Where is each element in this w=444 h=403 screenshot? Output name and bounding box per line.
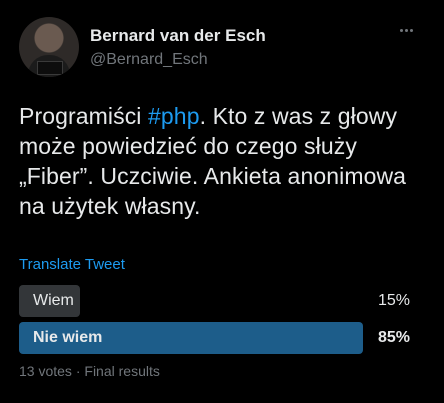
poll-option-percent-winner: 85%: [377, 329, 410, 346]
translate-tweet-link[interactable]: Translate Tweet: [19, 256, 125, 273]
poll-option: Wiem 15%: [19, 285, 424, 317]
poll-option-winner: Nie wiem 85%: [19, 322, 424, 354]
poll-separator: ·: [75, 363, 81, 379]
poll-option-label: Wiem: [33, 292, 74, 309]
more-options-icon[interactable]: [400, 29, 418, 35]
tweet-card: Bernard van der Esch @Bernard_Esch Progr…: [0, 0, 444, 403]
poll: Wiem 15% Nie wiem 85% 13 votes · Final r…: [19, 285, 424, 379]
author-handle[interactable]: @Bernard_Esch: [90, 50, 266, 70]
tweet-header: Bernard van der Esch @Bernard_Esch: [19, 17, 424, 77]
author-display-name[interactable]: Bernard van der Esch: [90, 26, 266, 46]
poll-status: Final results: [84, 363, 160, 379]
poll-votes: 13 votes: [19, 363, 72, 379]
author-names: Bernard van der Esch @Bernard_Esch: [90, 26, 266, 70]
tweet-text-before: Programiści: [19, 103, 149, 129]
poll-option-percent: 15%: [377, 292, 410, 309]
poll-meta: 13 votes · Final results: [19, 363, 424, 379]
tweet-text: Programiści #php. Kto z was z głowy może…: [19, 101, 424, 221]
poll-option-label-winner: Nie wiem: [33, 329, 103, 346]
avatar[interactable]: [19, 17, 79, 77]
avatar-laptop: [37, 61, 63, 75]
hashtag-link[interactable]: #php: [148, 103, 200, 129]
